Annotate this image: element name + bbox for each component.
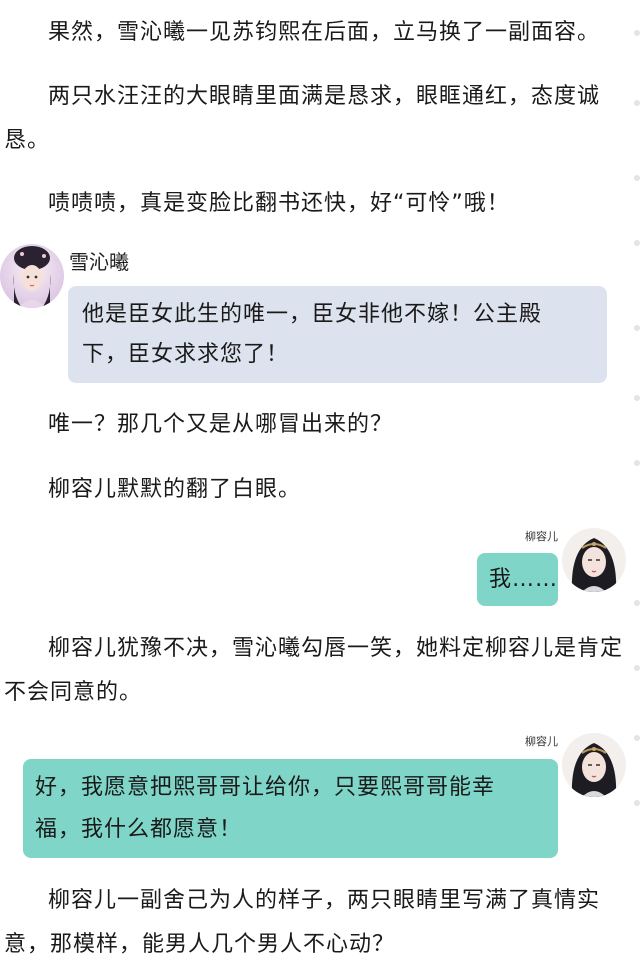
page-marker-dot bbox=[634, 100, 640, 106]
speaker-name: 柳容儿 bbox=[525, 735, 558, 748]
portrait-icon bbox=[0, 244, 64, 308]
avatar-xueqinxi[interactable] bbox=[0, 244, 64, 308]
avatar-liurongeer[interactable] bbox=[562, 528, 626, 592]
story-paragraph: 果然，雪沁曦一见苏钧熙在后面，立马换了一副面容。 bbox=[48, 20, 601, 45]
chat-bubble[interactable]: 好，我愿意把熙哥哥让给你，只要熙哥哥能幸福，我什么都愿意！ bbox=[23, 759, 558, 858]
chat-bubble[interactable]: 他是臣女此生的唯一，臣女非他不嫁！公主殿下，臣女求求您了！ bbox=[68, 286, 607, 383]
page-marker-dot bbox=[634, 175, 640, 181]
avatar-liurongeer[interactable] bbox=[562, 733, 626, 797]
speaker-name: 柳容儿 bbox=[525, 530, 558, 543]
page-marker-dot bbox=[634, 325, 640, 331]
story-paragraph: 柳容儿默默的翻了白眼。 bbox=[48, 477, 302, 502]
page-marker-dot bbox=[634, 240, 640, 246]
page-marker-dot bbox=[634, 395, 640, 401]
story-paragraph: 啧啧啧，真是变脸比翻书还快，好“可怜”哦！ bbox=[48, 191, 510, 216]
story-paragraph: 唯一？那几个又是从哪冒出来的？ bbox=[48, 412, 394, 437]
page-marker-dot bbox=[634, 735, 640, 741]
story-paragraph: 柳容儿犹豫不决，雪沁曦勾唇一笑，她料定柳容儿是肯定不会同意的。 bbox=[4, 636, 624, 705]
page-marker-dot bbox=[634, 460, 640, 466]
chat-message-text: 我…… bbox=[489, 567, 559, 592]
chat-message-text: 他是臣女此生的唯一，臣女非他不嫁！公主殿下，臣女求求您了！ bbox=[82, 302, 543, 367]
portrait-icon bbox=[562, 733, 626, 797]
page-marker-dot bbox=[634, 800, 640, 806]
chat-message-text: 好，我愿意把熙哥哥让给你，只要熙哥哥能幸福，我什么都愿意！ bbox=[35, 775, 496, 842]
speaker-name: 雪沁曦 bbox=[69, 250, 129, 274]
page-marker-dot bbox=[634, 665, 640, 671]
chat-bubble[interactable]: 我…… bbox=[477, 553, 558, 606]
page-marker-dot bbox=[634, 30, 640, 36]
story-paragraph: 两只水汪汪的大眼睛里面满是恳求，眼眶通红，态度诚恳。 bbox=[4, 84, 601, 153]
story-paragraph: 柳容儿一副舍己为人的样子，两只眼睛里写满了真情实意，那模样，能男人几个男人不心动… bbox=[4, 888, 601, 957]
page-marker-dot bbox=[634, 600, 640, 606]
portrait-icon bbox=[562, 528, 626, 592]
